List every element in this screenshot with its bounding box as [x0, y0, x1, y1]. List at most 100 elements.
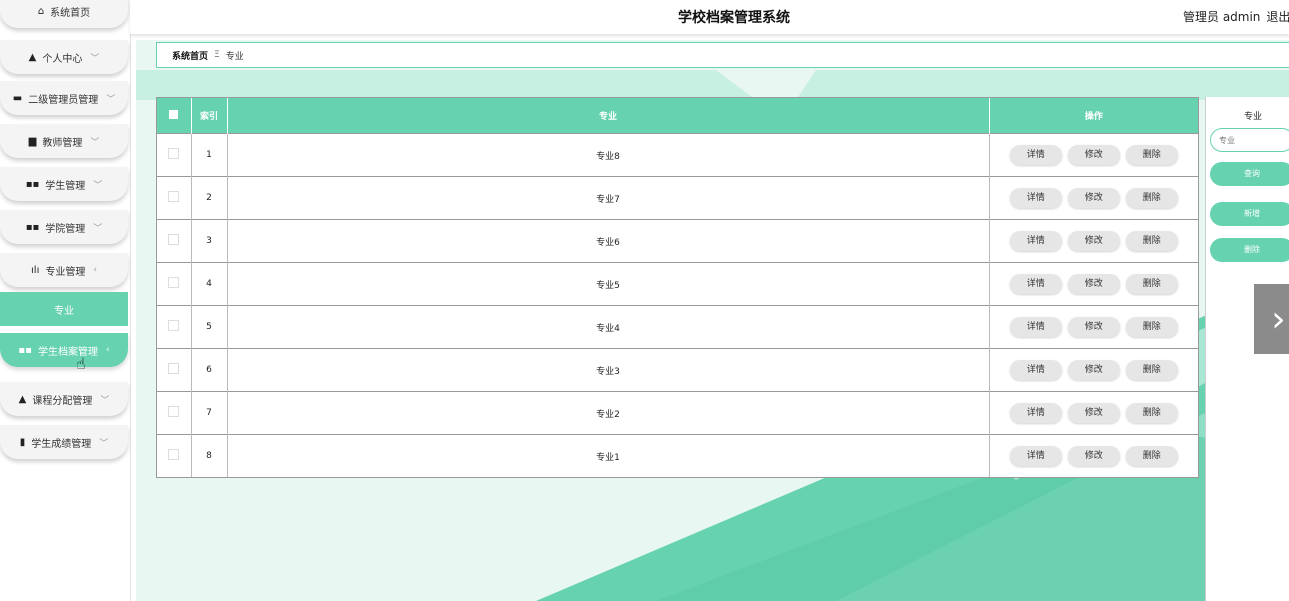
logout-link[interactable]: 退出登录: [1266, 10, 1289, 24]
user-icon: ▲: [18, 393, 27, 405]
table-row: 3 专业6 详情 修改 删除: [157, 219, 1198, 263]
user-icon: ▲: [28, 51, 37, 63]
delete-button[interactable]: 删除: [1125, 188, 1178, 208]
row-checkbox-cell: [157, 305, 192, 349]
sidebar-subitem-major[interactable]: 专业: [0, 292, 128, 326]
row-checkbox[interactable]: [168, 406, 180, 417]
sidebar-item-profile[interactable]: ▲ 个人中心 ﹀: [0, 40, 128, 74]
delete-button[interactable]: 删除: [1125, 231, 1178, 251]
row-actions: 详情 修改 删除: [989, 262, 1198, 306]
edit-button[interactable]: 修改: [1067, 188, 1120, 208]
detail-button[interactable]: 详情: [1009, 403, 1062, 423]
user-label: 管理员 admin: [1183, 10, 1261, 24]
table-row: 5 专业4 详情 修改 删除: [157, 305, 1198, 349]
edit-button[interactable]: 修改: [1067, 403, 1120, 423]
edit-button[interactable]: 修改: [1067, 317, 1120, 337]
sidebar-item-course-allocation[interactable]: ▲ 课程分配管理 ﹀: [0, 382, 128, 416]
row-actions: 详情 修改 删除: [989, 391, 1198, 435]
table-row: 1 专业8 详情 修改 删除: [157, 133, 1198, 177]
row-checkbox-cell: [157, 133, 192, 177]
detail-button[interactable]: 详情: [1009, 145, 1062, 165]
row-checkbox[interactable]: [168, 363, 180, 374]
row-index: 2: [191, 176, 228, 220]
chevron-down-icon: ﹀: [106, 94, 116, 105]
row-major-name: 专业7: [227, 176, 990, 220]
table-header-row: 索引 专业 操作: [157, 98, 1198, 134]
row-index: 6: [191, 348, 228, 392]
sidebar-item-home[interactable]: ⌂ 系统首页: [0, 0, 128, 28]
delete-button[interactable]: 删除: [1125, 403, 1178, 423]
add-button[interactable]: 新增: [1210, 202, 1289, 226]
delete-button[interactable]: 删除: [1125, 317, 1178, 337]
row-actions: 详情 修改 删除: [989, 133, 1198, 177]
clipboard-icon: ▮: [19, 436, 26, 448]
row-checkbox[interactable]: [168, 191, 180, 202]
delete-button[interactable]: 删除: [1125, 446, 1178, 466]
row-checkbox-cell: [157, 176, 192, 220]
search-label: 专业: [1244, 112, 1263, 122]
row-checkbox[interactable]: [168, 277, 180, 288]
detail-button[interactable]: 详情: [1009, 360, 1062, 380]
table-row: 2 专业7 详情 修改 删除: [157, 176, 1198, 220]
sidebar-item-sub-admin[interactable]: ▬ 二级管理员管理 ﹀: [0, 81, 128, 115]
row-checkbox[interactable]: [168, 234, 180, 245]
table-row: 8 专业1 详情 修改 删除: [157, 434, 1198, 477]
query-button[interactable]: 查询: [1210, 162, 1289, 186]
sidebar-item-students[interactable]: ▪▪ 学生管理 ﹀: [0, 167, 128, 201]
select-all-checkbox[interactable]: [169, 109, 179, 119]
sidebar-item-grades[interactable]: ▮ 学生成绩管理 ﹀: [0, 425, 128, 459]
major-search-input[interactable]: [1210, 128, 1289, 152]
chevron-right-icon[interactable]: ›: [1254, 284, 1289, 354]
chevron-down-icon: ﹀: [90, 53, 100, 64]
delete-button[interactable]: 删除: [1125, 274, 1178, 294]
sidebar-item-label: 系统首页: [50, 7, 91, 19]
edit-button[interactable]: 修改: [1067, 145, 1120, 165]
sidebar-item-student-archives[interactable]: ▪▪ 学生档案管理 ‹: [0, 333, 128, 367]
hand-cursor-icon: ☝: [76, 354, 86, 373]
row-index: 7: [191, 391, 228, 435]
row-index: 5: [191, 305, 228, 349]
sidebar-item-label: 学院管理: [45, 223, 86, 235]
row-checkbox[interactable]: [168, 449, 180, 460]
sidebar-item-colleges[interactable]: ▪▪ 学院管理 ﹀: [0, 210, 128, 244]
row-checkbox-cell: [157, 348, 192, 392]
detail-button[interactable]: 详情: [1009, 274, 1062, 294]
edit-button[interactable]: 修改: [1067, 360, 1120, 380]
column-header-index: 索引: [191, 98, 228, 134]
row-major-name: 专业2: [227, 391, 990, 435]
detail-button[interactable]: 详情: [1009, 231, 1062, 251]
sidebar-item-label: 二级管理员管理: [28, 94, 99, 106]
header-user-area: 管理员 admin 退出登录: [1183, 8, 1289, 25]
sidebar-item-teachers[interactable]: ▆ 教师管理 ﹀: [0, 124, 128, 158]
row-checkbox[interactable]: [168, 320, 180, 331]
sidebar-item-majors[interactable]: ılı 专业管理 ‹: [0, 253, 128, 287]
row-index: 4: [191, 262, 228, 306]
delete-button[interactable]: 删除: [1125, 360, 1178, 380]
batch-delete-button[interactable]: 删除: [1210, 238, 1289, 262]
delete-button[interactable]: 删除: [1125, 145, 1178, 165]
row-actions: 详情 修改 删除: [989, 305, 1198, 349]
detail-button[interactable]: 详情: [1009, 317, 1062, 337]
sidebar-item-label: 学生档案管理: [37, 346, 98, 358]
table-row: 7 专业2 详情 修改 删除: [157, 391, 1198, 435]
chevron-down-icon: ﹀: [93, 223, 103, 234]
major-table: 索引 专业 操作 1 专业8 详情 修改 删除 2 专业7 详情 修改 删除 3 专业6 详情 修改 删除 4…: [156, 97, 1199, 478]
breadcrumb-separator-icon: Ξ: [214, 50, 220, 60]
row-major-name: 专业1: [227, 434, 990, 477]
edit-button[interactable]: 修改: [1067, 446, 1120, 466]
row-checkbox[interactable]: [168, 148, 180, 159]
breadcrumb-home[interactable]: 系统首页: [172, 49, 208, 62]
row-actions: 详情 修改 删除: [989, 176, 1198, 220]
edit-button[interactable]: 修改: [1067, 231, 1120, 251]
detail-button[interactable]: 详情: [1009, 446, 1062, 466]
row-major-name: 专业6: [227, 219, 990, 263]
chevron-down-icon: ﹀: [99, 438, 109, 449]
detail-button[interactable]: 详情: [1009, 188, 1062, 208]
row-index: 1: [191, 133, 228, 177]
row-actions: 详情 修改 删除: [989, 348, 1198, 392]
column-header-major: 专业: [227, 98, 990, 134]
sidebar-item-label: 课程分配管理: [32, 395, 93, 407]
column-header-actions: 操作: [989, 98, 1198, 134]
edit-button[interactable]: 修改: [1067, 274, 1120, 294]
sidebar-item-label: 学生管理: [45, 180, 86, 192]
